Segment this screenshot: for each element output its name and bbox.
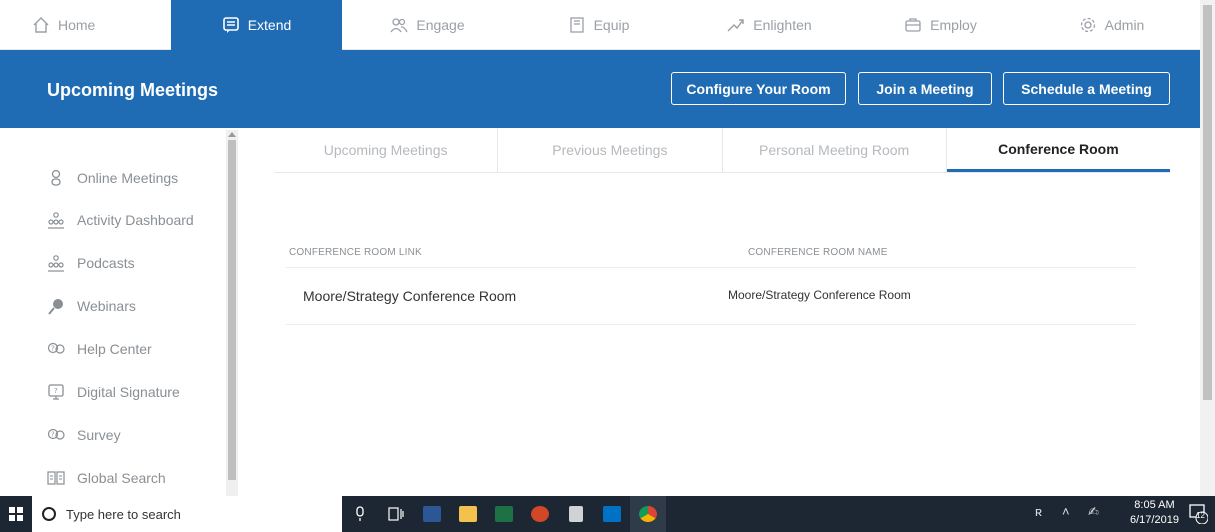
word-app-icon[interactable] (414, 496, 450, 532)
message-icon (222, 17, 239, 33)
nav-extend[interactable]: Extend (171, 0, 342, 50)
meeting-tabs: Upcoming Meetings Previous Meetings Pers… (274, 128, 1170, 173)
page-scrollbar[interactable] (1200, 0, 1215, 496)
tab-conference-room[interactable]: Conference Room (946, 128, 1170, 172)
start-button[interactable] (0, 496, 32, 532)
sidebar-item-label: Survey (77, 427, 121, 443)
briefcase-icon (905, 18, 921, 32)
sidebar-item-survey[interactable]: ? Survey (47, 424, 121, 446)
conference-room-panel: CONFERENCE ROOM LINK CONFERENCE ROOM NAM… (274, 173, 1170, 496)
sidebar-item-global-search[interactable]: Global Search (47, 467, 166, 489)
sidebar-item-label: Global Search (77, 470, 166, 486)
page-scroll-thumb[interactable] (1203, 5, 1212, 400)
tab-previous-meetings[interactable]: Previous Meetings (498, 128, 723, 172)
book-icon (569, 17, 584, 33)
outlook-app-icon[interactable] (594, 496, 630, 532)
scroll-up-arrow-icon[interactable] (228, 132, 236, 137)
sidebar-item-label: Digital Signature (77, 384, 180, 400)
configure-room-button[interactable]: Configure Your Room (671, 72, 846, 105)
sidebar-scroll-thumb[interactable] (228, 140, 236, 480)
sidebar-item-label: Podcasts (77, 255, 135, 271)
signature-icon: ? (48, 384, 64, 400)
nav-admin[interactable]: Admin (1026, 0, 1197, 50)
nav-enlighten-label: Enlighten (753, 17, 812, 33)
chevron-up-icon[interactable]: ˄ (1062, 504, 1070, 519)
cortana-icon (42, 507, 56, 521)
tab-personal-meeting-room[interactable]: Personal Meeting Room (723, 128, 947, 172)
row-divider (286, 324, 1136, 325)
excel-app-icon[interactable] (486, 496, 522, 532)
notification-count: 12 (1196, 511, 1205, 520)
room-link-cell[interactable]: Moore/Strategy Conference Room (303, 288, 516, 304)
nav-home-label: Home (58, 17, 96, 33)
schedule-meeting-button[interactable]: Schedule a Meeting (1003, 72, 1170, 105)
sidebar-item-label: Webinars (77, 298, 136, 314)
clock-time: 8:05 AM (1134, 499, 1175, 511)
nav-home[interactable]: Home (0, 0, 171, 50)
globe-icon (48, 299, 63, 315)
home-icon (33, 17, 49, 33)
join-meeting-button[interactable]: Join a Meeting (858, 72, 992, 105)
column-header-room-name: CONFERENCE ROOM NAME (748, 247, 888, 258)
svg-text:?: ? (51, 431, 55, 439)
task-view-icon[interactable] (378, 496, 414, 532)
group-icon (48, 212, 64, 229)
sidebar-item-online-meetings[interactable]: Online Meetings (47, 167, 178, 189)
column-header-room-link: CONFERENCE ROOM LINK (289, 247, 422, 258)
people-icon (390, 18, 408, 33)
sidebar-item-digital-signature[interactable]: ? Digital Signature (47, 381, 180, 403)
taskbar-clock[interactable]: 8:05 AM 6/17/2019 (1130, 498, 1179, 528)
app-window: Home Extend Engage Equip Enlighten Emplo… (0, 0, 1215, 532)
nav-equip[interactable]: Equip (513, 0, 684, 50)
page-title: Upcoming Meetings (47, 80, 219, 100)
room-name-cell: Moore/Strategy Conference Room (728, 288, 911, 302)
group-icon (48, 255, 64, 272)
sidebar-item-help-center[interactable]: ? Help Center (47, 338, 152, 360)
taskbar-search-input[interactable]: Type here to search (32, 496, 342, 532)
windows-logo-icon (9, 507, 23, 521)
nav-employ-label: Employ (930, 17, 977, 33)
sidebar-scrollbar[interactable] (226, 130, 238, 496)
people-tray-icon[interactable]: ʀ (1035, 504, 1042, 519)
clock-date: 6/17/2019 (1130, 514, 1179, 526)
taskbar-search-placeholder: Type here to search (66, 506, 181, 522)
trend-icon (727, 19, 744, 32)
powerpoint-app-icon[interactable] (522, 496, 558, 532)
svg-text:?: ? (51, 345, 55, 353)
nav-employ[interactable]: Employ (855, 0, 1026, 50)
sidebar-item-podcasts[interactable]: Podcasts (47, 252, 135, 274)
survey-icon: ? (47, 428, 65, 440)
nav-engage[interactable]: Engage (342, 0, 513, 50)
nav-engage-label: Engage (416, 17, 465, 33)
svg-text:?: ? (54, 387, 58, 395)
nav-enlighten[interactable]: Enlighten (684, 0, 855, 50)
sidebar-item-label: Activity Dashboard (77, 212, 194, 228)
chrome-app-icon[interactable] (630, 496, 666, 532)
sidebar: Online Meetings Activity Dashboard Podca… (0, 128, 238, 496)
sidebar-item-webinars[interactable]: Webinars (47, 295, 136, 317)
sidebar-item-label: Online Meetings (77, 170, 179, 186)
pen-tray-icon[interactable]: ✍ (1088, 504, 1099, 520)
microphone-icon[interactable] (342, 496, 378, 532)
calculator-app-icon[interactable] (558, 496, 594, 532)
header-divider (286, 267, 1136, 268)
nav-admin-label: Admin (1104, 17, 1145, 33)
file-explorer-icon[interactable] (450, 496, 486, 532)
nav-extend-label: Extend (247, 17, 292, 33)
sidebar-item-activity-dashboard[interactable]: Activity Dashboard (47, 209, 194, 231)
gear-icon (1080, 17, 1095, 33)
windows-taskbar: Type here to search ʀ ˄ ✍ 8:05 AM 6/17/2… (0, 496, 1215, 532)
nav-equip-label: Equip (593, 17, 630, 33)
top-navigation: Home Extend Engage Equip Enlighten Emplo… (0, 0, 1200, 50)
tab-upcoming-meetings[interactable]: Upcoming Meetings (274, 128, 499, 172)
sidebar-item-label: Help Center (77, 341, 152, 357)
search-grid-icon (47, 471, 65, 485)
person-icon (51, 169, 61, 186)
page-header: Upcoming Meetings Configure Your Room Jo… (0, 50, 1200, 128)
help-icon: ? (47, 342, 65, 354)
